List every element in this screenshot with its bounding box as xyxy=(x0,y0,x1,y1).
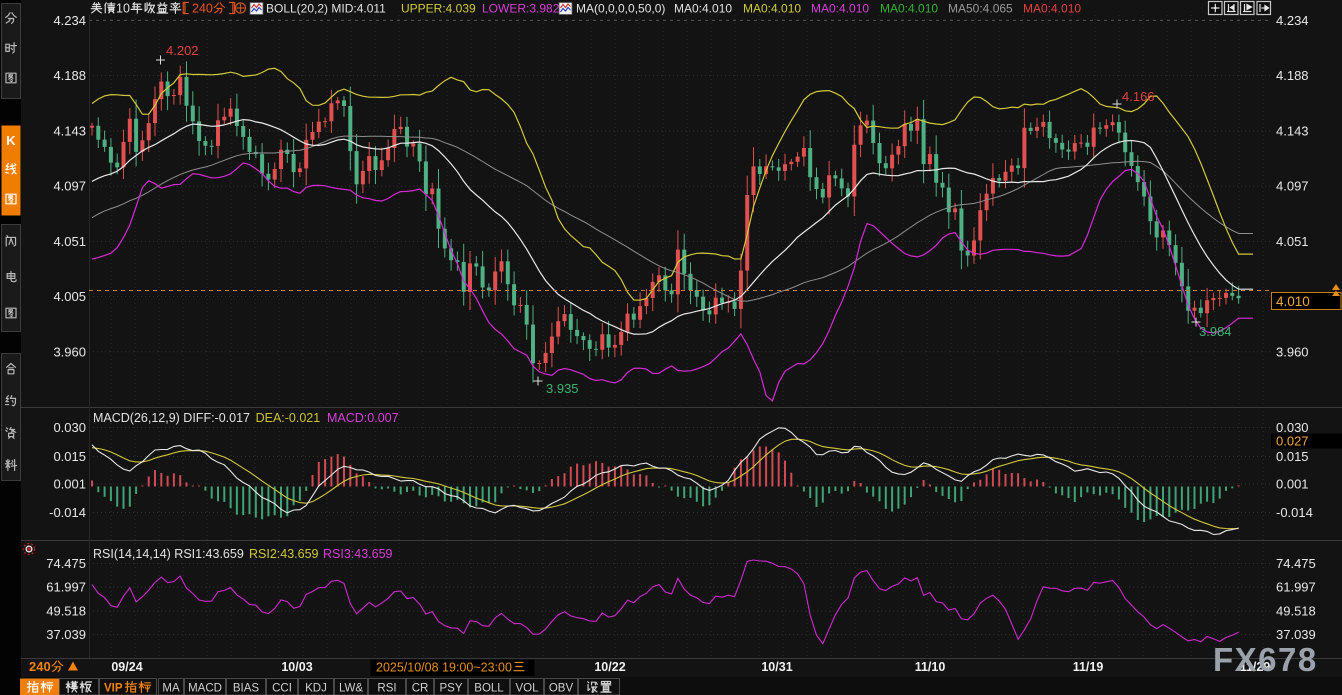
svg-text:3.960: 3.960 xyxy=(1276,344,1309,359)
svg-text:37.039: 37.039 xyxy=(1276,627,1316,642)
svg-text:3.935: 3.935 xyxy=(546,381,579,396)
svg-text:4.051: 4.051 xyxy=(53,234,86,249)
svg-text:BOLL(20,2) MID:4.011: BOLL(20,2) MID:4.011 xyxy=(266,2,386,16)
svg-text:KDJ: KDJ xyxy=(305,683,327,695)
svg-text:11/19: 11/19 xyxy=(1073,660,1104,674)
svg-text:0.015: 0.015 xyxy=(1276,449,1309,464)
svg-text:3.984: 3.984 xyxy=(1199,324,1232,339)
svg-text:61.997: 61.997 xyxy=(46,580,86,595)
svg-text:0.030: 0.030 xyxy=(53,420,86,435)
svg-text:4.234: 4.234 xyxy=(1276,13,1309,28)
svg-text:-0.014: -0.014 xyxy=(1276,505,1313,520)
svg-text:4.143: 4.143 xyxy=(1276,123,1309,138)
svg-text:0.027: 0.027 xyxy=(1276,434,1309,449)
svg-text:0.001: 0.001 xyxy=(53,477,86,492)
svg-text:MA0:4.010: MA0:4.010 xyxy=(880,2,938,16)
svg-text:LOWER:3.982: LOWER:3.982 xyxy=(482,2,560,16)
svg-text:4.166: 4.166 xyxy=(1122,89,1155,104)
svg-text:BIAS: BIAS xyxy=(233,683,260,695)
svg-text:OBV: OBV xyxy=(549,683,574,695)
svg-text:MACD(26,12,9) DIFF:-0.017: MACD(26,12,9) DIFF:-0.017 xyxy=(93,411,250,425)
svg-text:74.475: 74.475 xyxy=(46,556,86,571)
svg-text:VIP: VIP xyxy=(104,683,123,695)
svg-text:MACD:0.007: MACD:0.007 xyxy=(327,411,399,425)
svg-text:2025/10/08 19:00~23:00: 2025/10/08 19:00~23:00 xyxy=(376,661,512,675)
svg-text:MA: MA xyxy=(162,683,180,695)
svg-text:4.188: 4.188 xyxy=(1276,68,1309,83)
svg-text:74.475: 74.475 xyxy=(1276,556,1316,571)
svg-text:MA0:4.010: MA0:4.010 xyxy=(674,2,732,16)
svg-text:MA0:4.010: MA0:4.010 xyxy=(743,2,801,16)
svg-text:4.005: 4.005 xyxy=(53,289,86,304)
svg-text:RSI2:43.659: RSI2:43.659 xyxy=(249,547,319,561)
svg-text:4.097: 4.097 xyxy=(1276,179,1309,194)
svg-text:61.997: 61.997 xyxy=(1276,580,1316,595)
svg-text:4.234: 4.234 xyxy=(53,13,86,28)
svg-text:UPPER:4.039: UPPER:4.039 xyxy=(401,2,476,16)
svg-text:3.960: 3.960 xyxy=(53,344,86,359)
svg-text:RSI3:43.659: RSI3:43.659 xyxy=(323,547,393,561)
svg-text:MACD: MACD xyxy=(188,683,222,695)
svg-text:10/31: 10/31 xyxy=(761,660,792,674)
svg-text:4.202: 4.202 xyxy=(166,43,199,58)
svg-text:49.518: 49.518 xyxy=(1276,604,1316,619)
svg-text:09/24: 09/24 xyxy=(111,660,142,674)
svg-text:4.051: 4.051 xyxy=(1276,234,1309,249)
svg-text:MA(0,0,0,0,50,0): MA(0,0,0,0,50,0) xyxy=(576,2,665,16)
svg-text:0.001: 0.001 xyxy=(1276,477,1309,492)
svg-text:4.010: 4.010 xyxy=(1276,294,1310,309)
svg-text:PSY: PSY xyxy=(439,683,462,695)
svg-text:240: 240 xyxy=(192,2,213,16)
svg-text:FX678: FX678 xyxy=(1213,641,1318,678)
svg-text:MA50:4.065: MA50:4.065 xyxy=(948,2,1013,16)
svg-text:RSI(14,14,14) RSI1:43.659: RSI(14,14,14) RSI1:43.659 xyxy=(93,547,244,561)
svg-text:10: 10 xyxy=(116,2,130,16)
svg-text:-0.014: -0.014 xyxy=(49,505,86,520)
svg-text:4.097: 4.097 xyxy=(53,179,86,194)
svg-text:MA0:4.010: MA0:4.010 xyxy=(1023,2,1081,16)
svg-text:CCI: CCI xyxy=(272,683,292,695)
svg-text:DEA:-0.021: DEA:-0.021 xyxy=(256,411,321,425)
svg-text:0.015: 0.015 xyxy=(53,449,86,464)
svg-text:LW&: LW& xyxy=(339,683,363,695)
svg-text:MA0:4.010: MA0:4.010 xyxy=(811,2,869,16)
svg-text:4.188: 4.188 xyxy=(53,68,86,83)
svg-text:4.143: 4.143 xyxy=(53,123,86,138)
svg-text:49.518: 49.518 xyxy=(46,604,86,619)
svg-text:VOL: VOL xyxy=(515,683,539,695)
svg-text:10/22: 10/22 xyxy=(594,660,625,674)
svg-text:CR: CR xyxy=(412,683,429,695)
svg-text:BOLL: BOLL xyxy=(474,683,504,695)
svg-text:37.039: 37.039 xyxy=(46,627,86,642)
svg-text:K: K xyxy=(6,133,16,148)
svg-text:RSI: RSI xyxy=(377,683,396,695)
svg-text:11/10: 11/10 xyxy=(915,660,946,674)
svg-text:10/03: 10/03 xyxy=(281,660,312,674)
svg-text:240: 240 xyxy=(29,659,51,674)
